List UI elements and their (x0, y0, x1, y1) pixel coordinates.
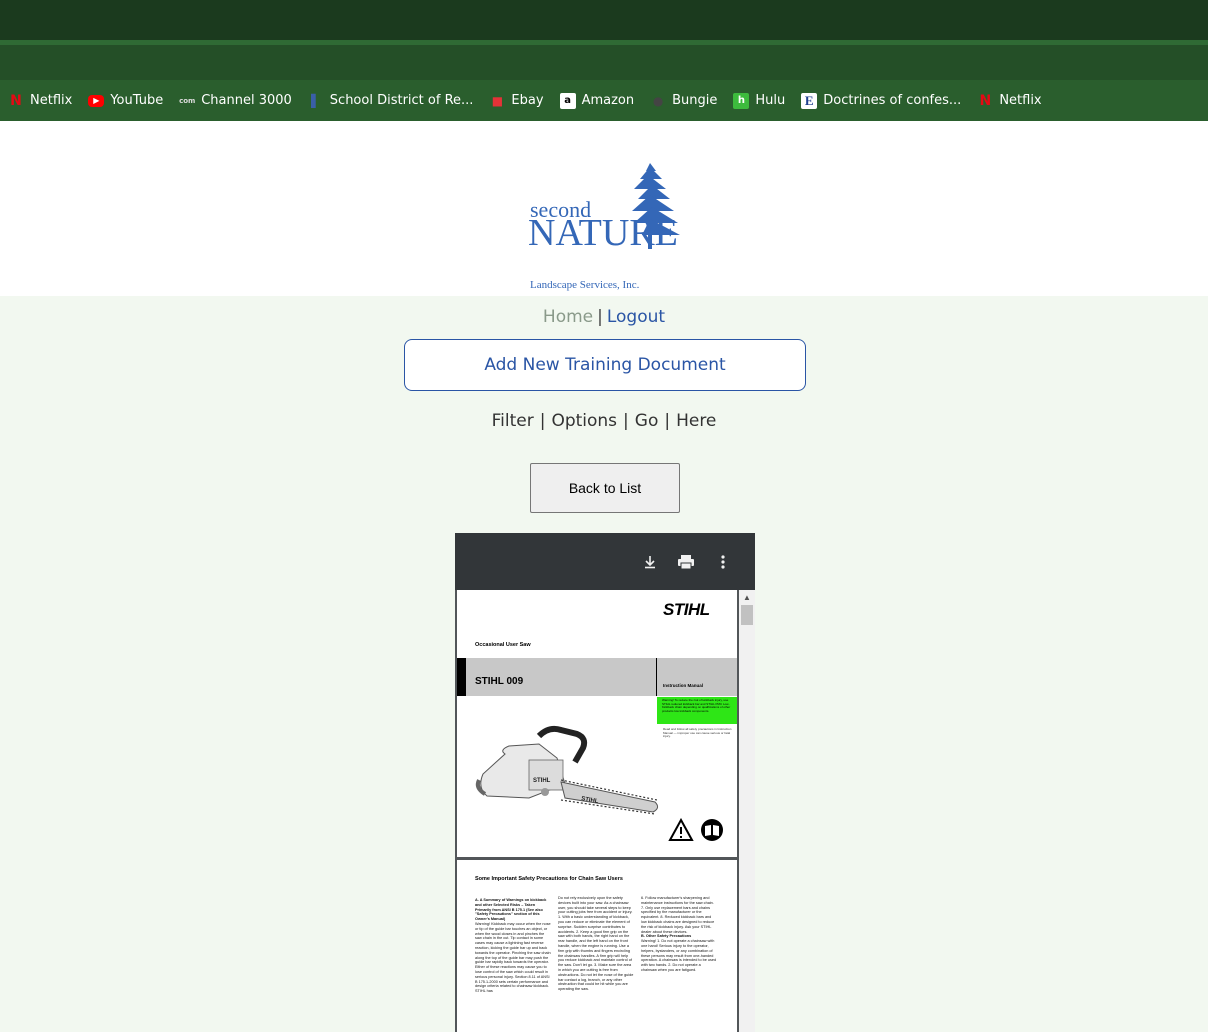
bookmark-label: Netflix (999, 93, 1042, 108)
bookmark-bungie[interactable]: ● Bungie (650, 93, 718, 109)
scroll-up-icon[interactable]: ▲ (743, 593, 751, 602)
youtube-icon: ▶ (88, 94, 105, 107)
pdf-scroll-thumb[interactable] (741, 605, 753, 625)
pdf-toolbar (455, 533, 755, 590)
browser-title-bar (0, 0, 1208, 40)
bookmark-netflix[interactable]: N Netflix (8, 93, 72, 109)
pdf-band-divider (656, 658, 657, 696)
back-to-list-button[interactable]: Back to List (530, 463, 680, 513)
nav-separator: | (597, 307, 603, 327)
filter-link[interactable]: Filter (492, 411, 534, 431)
bookmark-hulu[interactable]: h Hulu (733, 92, 786, 109)
pdf-col2-body: Do not rely exclusively upon the safety … (558, 896, 634, 992)
home-link[interactable]: Home (543, 307, 593, 327)
pdf-viewer[interactable]: STIHL Occasional User Saw STIHL 009 Inst… (455, 533, 755, 1032)
filter-separator: | (539, 411, 546, 431)
logout-link[interactable]: Logout (607, 307, 665, 327)
pdf-col3-body2: Warning! 1. Do not operate a chainsaw wi… (641, 939, 717, 972)
read-manual-icon (701, 819, 723, 841)
pdf-band-accent (457, 658, 466, 696)
school-district-icon: ▌ (311, 93, 321, 108)
pdf-model-name: STIHL 009 (475, 676, 524, 687)
pdf-page-2: Some Important Safety Precautions for Ch… (457, 860, 737, 1032)
options-link[interactable]: Options (551, 411, 617, 431)
bookmark-school-district[interactable]: ▌ School District of Re... (308, 93, 474, 109)
bookmark-label: Ebay (511, 93, 544, 108)
more-vert-icon[interactable] (711, 550, 735, 574)
pdf-col1-body: Warning! Kickback may occur when the nos… (475, 921, 551, 994)
top-nav: Home | Logout (0, 307, 1208, 327)
pdf-col3-heading: B. Other Safety Precautions (641, 934, 692, 939)
pdf-page2-title: Some Important Safety Precautions for Ch… (475, 876, 623, 882)
ebay-icon: ■ (491, 93, 504, 108)
doctrines-icon: E (801, 92, 818, 109)
svg-text:STIHL: STIHL (533, 778, 551, 784)
bookmark-label: School District of Re... (329, 93, 474, 108)
bookmark-channel3000[interactable]: com Channel 3000 (179, 93, 292, 109)
go-link[interactable]: Go (635, 411, 659, 431)
bookmark-label: Netflix (30, 93, 73, 108)
here-link[interactable]: Here (676, 411, 716, 431)
pdf-page-1: STIHL Occasional User Saw STIHL 009 Inst… (457, 590, 737, 857)
bookmarks-bar: N Netflix ▶ YouTube com Channel 3000 ▌ School D… (0, 80, 1208, 121)
netflix-icon: N (979, 92, 992, 109)
pdf-subtitle: Occasional User Saw (475, 642, 531, 648)
stihl-brand: STIHL (663, 600, 710, 619)
bookmark-amazon[interactable]: a Amazon (559, 92, 635, 109)
chainsaw-image: STIHL STIHL (475, 725, 659, 815)
bookmark-ebay[interactable]: ■ Ebay (489, 93, 544, 109)
pdf-scrollbar[interactable] (739, 590, 755, 1032)
bookmark-label: Channel 3000 (201, 93, 292, 108)
add-training-document-button[interactable]: Add New Training Document (404, 339, 806, 391)
pdf-col1-heading: A. A Summary of Warnings on kickback and… (475, 898, 547, 922)
bookmark-label: Bungie (672, 93, 718, 108)
logo-text-subtitle: Landscape Services, Inc. (530, 279, 640, 291)
pdf-column-3: 6. Follow manufacturer's sharpening and … (641, 896, 717, 973)
bookmark-label: Doctrines of confes... (823, 93, 962, 108)
bookmark-label: Amazon (581, 93, 635, 108)
bungie-icon: ● (652, 93, 664, 108)
logo-text-nature: NATURE (528, 212, 678, 254)
netflix-icon: N (10, 92, 22, 109)
warning-triangle-icon (668, 818, 694, 841)
site-header: second NATURE Landscape Services, Inc. (0, 121, 1208, 296)
browser-toolbar (0, 45, 1208, 80)
pdf-warning-text: Warning! To reduce the risk of kickback … (662, 698, 731, 713)
hulu-icon: h (733, 92, 750, 109)
filter-separator: | (664, 411, 671, 431)
pdf-col3-body: 6. Follow manufacturer's sharpening and … (641, 896, 715, 934)
pdf-manual-label: Instruction Manual (663, 683, 704, 688)
bookmark-youtube[interactable]: ▶ YouTube (88, 93, 163, 108)
pdf-column-2: Do not rely exclusively upon the safety … (558, 896, 634, 992)
filter-options-bar: Filter | Options | Go | Here (0, 411, 1208, 431)
bookmark-doctrines[interactable]: E Doctrines of confes... (801, 92, 962, 109)
pdf-column-1: A. A Summary of Warnings on kickback and… (475, 898, 551, 994)
print-icon[interactable] (674, 550, 698, 574)
amazon-icon: a (559, 92, 576, 109)
bookmark-label: YouTube (110, 93, 164, 108)
filter-separator: | (623, 411, 629, 431)
download-icon[interactable] (638, 550, 662, 574)
second-nature-logo[interactable]: second NATURE Landscape Services, Inc. (520, 157, 690, 291)
channel3000-icon: com (179, 96, 196, 105)
pdf-safety-note: Read and follow all safety precautions i… (663, 727, 732, 739)
bookmark-netflix[interactable]: N Netflix (977, 93, 1041, 109)
bookmark-label: Hulu (755, 93, 786, 108)
